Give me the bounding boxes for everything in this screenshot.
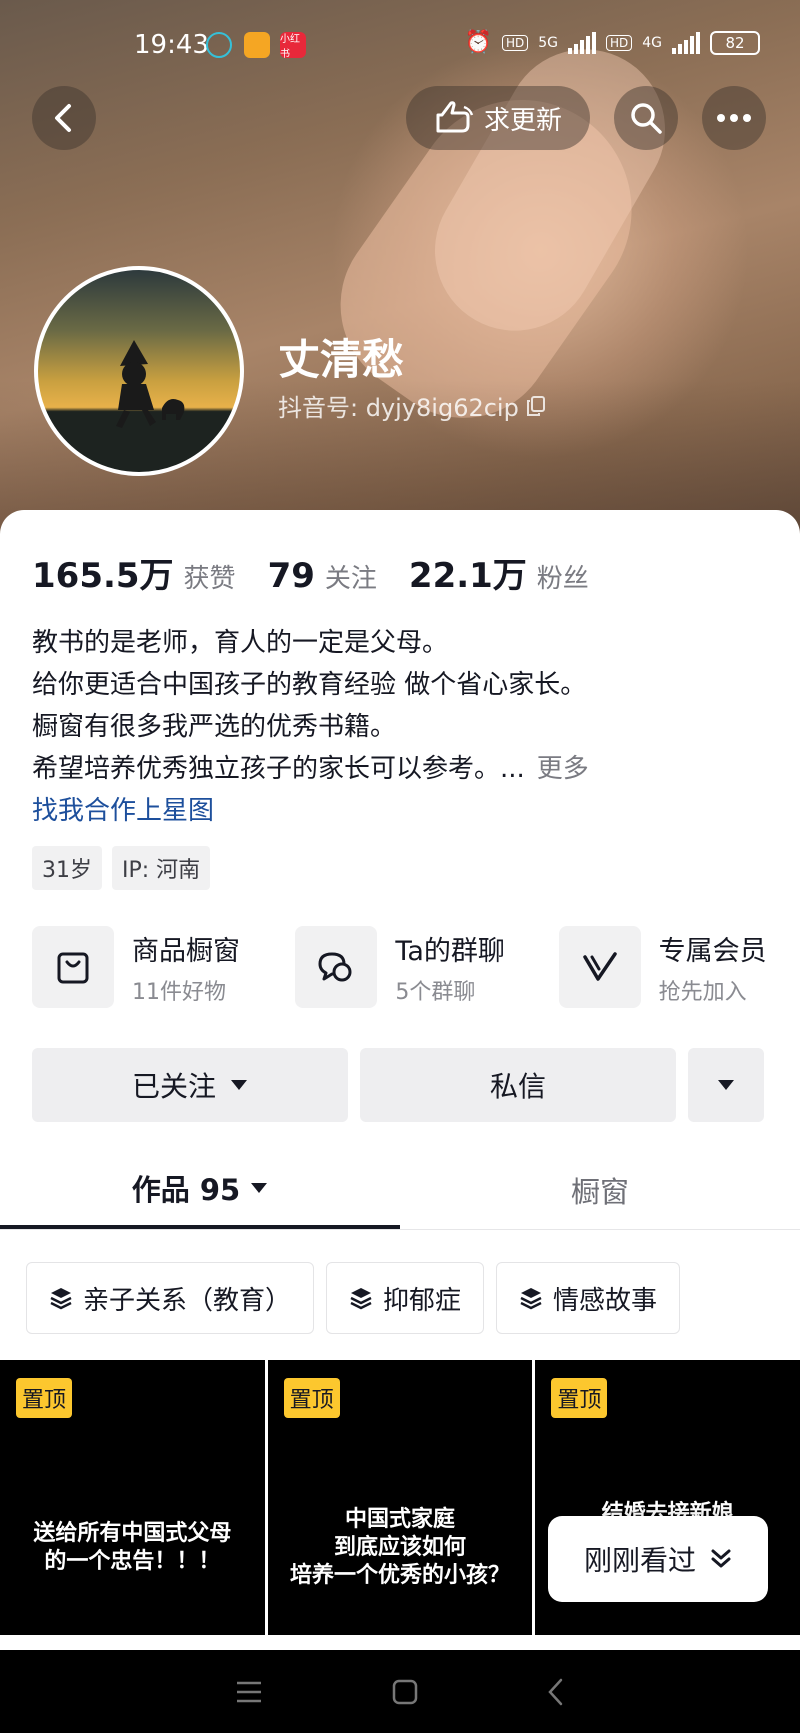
chat-icon [295, 926, 378, 1008]
hd-badge-2: HD [605, 34, 633, 51]
bag-icon [32, 926, 114, 1008]
copy-icon[interactable] [526, 395, 545, 416]
battery-icon: 82 [710, 30, 760, 55]
membership-entry[interactable]: 专属会员 抢先加入 [558, 926, 800, 1008]
age-tag: 31岁 [32, 846, 102, 890]
profile-stats: 165.5万 获赞 79 关注 22.1万 粉丝 [32, 548, 611, 597]
collection-depression[interactable]: 抑郁症 [326, 1262, 485, 1334]
profile-card: 165.5万 获赞 79 关注 22.1万 粉丝 教书的是老师，育人的一定是父母… [0, 510, 800, 1650]
video-thumbnail[interactable]: 置顶 中国式家庭 到底应该如何 培养一个优秀的小孩？ [267, 1360, 533, 1635]
membership-sub: 抢先加入 [658, 979, 747, 1005]
status-time: 19:43 [134, 30, 209, 60]
collection-label: 抑郁症 [383, 1285, 462, 1316]
message-button[interactable]: 私信 [360, 1048, 676, 1122]
profile-name: 丈清愁 [278, 335, 405, 384]
message-app-icon [244, 32, 270, 58]
back-button[interactable] [32, 86, 96, 150]
likes-label: 获赞 [183, 564, 236, 594]
profile-tags: 31岁 IP: 河南 [32, 846, 211, 890]
shop-window-title: 商品橱窗 [132, 935, 240, 967]
message-label: 私信 [489, 1070, 546, 1103]
collection-label: 情感故事 [553, 1285, 658, 1316]
system-nav-bar [0, 1650, 800, 1733]
following-count[interactable]: 79 [268, 556, 315, 596]
recommend-dropdown-button[interactable] [688, 1048, 764, 1122]
request-update-button[interactable]: 求更新 [406, 86, 590, 150]
caret-down-icon [231, 1080, 247, 1090]
status-bar: 19:43 小红书 ⏰ HD 5G HD 4G 82 [0, 28, 800, 64]
bio-line-4: 希望培养优秀独立孩子的家长可以参考。... [32, 754, 525, 784]
menu-icon[interactable] [235, 1680, 263, 1704]
layers-icon [50, 1288, 72, 1310]
content-tabs: 作品 95 橱窗 [0, 1150, 800, 1230]
action-buttons: 已关注 私信 [32, 1048, 764, 1122]
collection-chips: 亲子关系（教育） 抑郁症 情感故事 [26, 1262, 681, 1334]
network-4g: 4G [642, 34, 662, 51]
caret-down-icon [718, 1080, 734, 1090]
v-icon [558, 926, 641, 1008]
refresh-app-icon [206, 32, 232, 58]
search-button[interactable] [614, 86, 678, 150]
followers-count[interactable]: 22.1万 [409, 548, 527, 597]
cooperation-link[interactable]: 找我合作上星图 [32, 790, 772, 832]
followed-label: 已关注 [131, 1070, 216, 1103]
caret-down-icon [251, 1182, 268, 1193]
group-chat-entry[interactable]: Ta的群聊 5个群聊 [295, 926, 558, 1008]
avatar-silhouette-image [116, 340, 185, 428]
back-nav-icon[interactable] [547, 1678, 565, 1706]
pinned-badge: 置顶 [16, 1378, 73, 1418]
bio: 教书的是老师，育人的一定是父母。 给你更适合中国孩子的教育经验 做个省心家长。 … [32, 622, 772, 832]
tab-showcase[interactable]: 橱窗 [400, 1150, 800, 1229]
following-label[interactable]: 关注 [325, 558, 377, 595]
group-chat-sub: 5个群聊 [395, 979, 476, 1005]
home-icon[interactable] [392, 1679, 418, 1705]
membership-title: 专属会员 [658, 935, 767, 967]
feature-entries: 商品橱窗 11件好物 Ta的群聊 5个群聊 专属会员抢先加入 [32, 926, 800, 1008]
followed-button[interactable]: 已关注 [32, 1048, 348, 1122]
collection-label: 亲子关系（教育） [83, 1285, 292, 1316]
video-thumbnail[interactable]: 置顶 送给所有中国式父母 的一个忠告！！！ [0, 1360, 265, 1635]
collection-parenting[interactable]: 亲子关系（教育） [26, 1262, 315, 1334]
layers-icon [520, 1288, 542, 1310]
bio-more-button[interactable]: 更多 [537, 754, 589, 784]
video-cover-text: 送给所有中国式父母 的一个忠告！！！ [33, 1521, 232, 1574]
bio-line-3: 橱窗有很多我严选的优秀书籍。 [32, 712, 397, 742]
double-chevron-down-icon [711, 1549, 731, 1568]
hand-point-icon [436, 101, 474, 133]
collection-emotion[interactable]: 情感故事 [496, 1262, 681, 1334]
recently-viewed-button[interactable]: 刚刚看过 [548, 1516, 768, 1602]
alarm-icon: ⏰ [464, 30, 492, 55]
tab-works-label: 作品 95 [131, 1172, 241, 1207]
xiaohongshu-icon: 小红书 [280, 32, 306, 60]
recently-viewed-label: 刚刚看过 [583, 1544, 696, 1577]
shop-window-entry[interactable]: 商品橱窗 11件好物 [32, 926, 295, 1008]
bio-line-2: 给你更适合中国孩子的教育经验 做个省心家长。 [32, 670, 587, 700]
more-dots-icon [717, 114, 751, 122]
chevron-left-icon [55, 104, 71, 132]
likes-count: 165.5万 [32, 556, 174, 596]
group-chat-title: Ta的群聊 [395, 935, 505, 967]
shop-window-sub: 11件好物 [132, 979, 226, 1005]
layers-icon [350, 1288, 372, 1310]
tab-works[interactable]: 作品 95 [0, 1150, 400, 1229]
douyin-id-text: 抖音号: dyjy8ig62cip [278, 394, 519, 422]
avatar[interactable] [34, 266, 244, 476]
bio-line-1: 教书的是老师，育人的一定是父母。 [32, 628, 449, 658]
pinned-badge: 置顶 [283, 1378, 340, 1418]
search-icon [631, 103, 662, 134]
signal-icon-1 [567, 31, 596, 54]
signal-icon-2 [672, 31, 700, 54]
more-button[interactable] [702, 86, 766, 150]
network-5g: 5G [538, 34, 558, 51]
tab-showcase-label: 橱窗 [570, 1174, 629, 1209]
douyin-id[interactable]: 抖音号: dyjy8ig62cip [278, 388, 545, 423]
ip-location-tag: IP: 河南 [112, 846, 211, 890]
pinned-badge: 置顶 [551, 1378, 608, 1418]
followers-label[interactable]: 粉丝 [537, 558, 589, 595]
request-update-label: 求更新 [483, 105, 562, 136]
video-cover-text: 中国式家庭 到底应该如何 培养一个优秀的小孩？ [290, 1507, 511, 1588]
hd-badge-1: HD [501, 34, 529, 51]
